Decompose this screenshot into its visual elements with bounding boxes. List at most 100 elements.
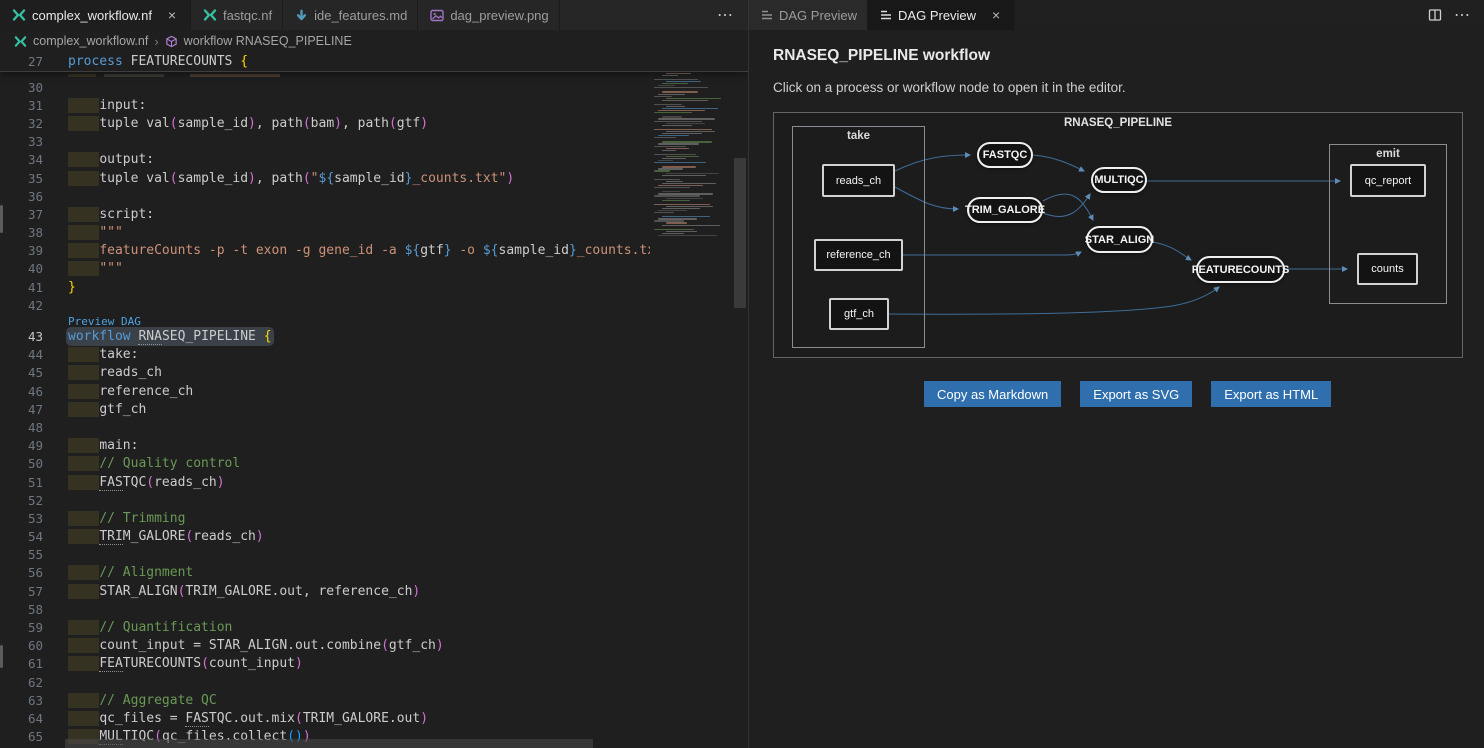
more-actions-icon[interactable]: ⋯	[1454, 5, 1471, 25]
code-line[interactable]: 42	[0, 296, 650, 314]
line-content: TRIM_GALORE(reads_ch)	[68, 529, 264, 544]
code-line[interactable]: 58	[0, 600, 650, 618]
code-line[interactable]: 64 qc_files = FASTQC.out.mix(TRIM_GALORE…	[0, 709, 650, 727]
tab-ide-features[interactable]: ide_features.md	[283, 0, 418, 30]
dag-node-reads-ch[interactable]: reads_ch	[822, 164, 895, 197]
tab-dag-preview-png[interactable]: dag_preview.png	[418, 0, 559, 30]
export-as-svg-button[interactable]: Export as SVG	[1080, 381, 1192, 407]
code-line[interactable]: 30	[0, 78, 650, 96]
line-content: output:	[68, 152, 154, 167]
dag-node-featurecounts[interactable]: FEATURECOUNTS	[1196, 256, 1285, 283]
preview-icon	[761, 9, 773, 21]
code-line[interactable]: 44 take:	[0, 346, 650, 364]
code-line[interactable]: 32 tuple val(sample_id), path(bam), path…	[0, 114, 650, 132]
breadcrumb-file[interactable]: complex_workflow.nf	[33, 34, 148, 48]
code-line[interactable]: 51 FASTQC(reads_ch)	[0, 473, 650, 491]
line-number: 55	[0, 547, 68, 562]
markdown-icon	[295, 9, 308, 22]
more-actions-icon[interactable]: ⋯	[717, 5, 734, 25]
code-line[interactable]: 49 main:	[0, 437, 650, 455]
code-line[interactable]: 46 reference_ch	[0, 382, 650, 400]
nextflow-icon	[203, 8, 217, 22]
tab-dag-preview-inactive[interactable]: DAG Preview	[749, 0, 868, 30]
split-editor-icon[interactable]	[1428, 8, 1442, 22]
clipped-line	[0, 73, 650, 78]
line-content: // Aggregate QC	[68, 693, 217, 708]
export-buttons: Copy as Markdown Export as SVG Export as…	[924, 381, 1331, 407]
line-content: featureCounts -p -t exon -g gene_id -a $…	[68, 243, 694, 258]
line-content: """	[68, 225, 123, 240]
code-line[interactable]: 39 featureCounts -p -t exon -g gene_id -…	[0, 242, 650, 260]
code-line[interactable]: 38 """	[0, 224, 650, 242]
tab-dag-preview-active[interactable]: DAG Preview ×	[868, 0, 1015, 30]
vertical-scrollbar[interactable]	[734, 158, 746, 308]
line-number: 53	[0, 511, 68, 526]
code-line[interactable]: 34 output:	[0, 151, 650, 169]
code-line[interactable]: 37 script:	[0, 205, 650, 223]
code-line[interactable]: 60 count_input = STAR_ALIGN.out.combine(…	[0, 637, 650, 655]
code-line[interactable]: 45 reads_ch	[0, 364, 650, 382]
code-line[interactable]: 36	[0, 187, 650, 205]
code-lines[interactable]: 3031 input:32 tuple val(sample_id), path…	[0, 78, 650, 748]
line-number: 48	[0, 420, 68, 435]
code-line[interactable]: 56 // Alignment	[0, 564, 650, 582]
code-line[interactable]: 33	[0, 133, 650, 151]
editor-tabstrip: complex_workflow.nf × fastqc.nf ide_feat…	[0, 0, 748, 30]
code-line[interactable]: 43workflow RNASEQ_PIPELINE {	[0, 327, 650, 345]
code-line[interactable]: 47 gtf_ch	[0, 400, 650, 418]
line-number: 37	[0, 207, 68, 222]
code-line[interactable]: 54 TRIM_GALORE(reads_ch)	[0, 528, 650, 546]
dag-node-counts[interactable]: counts	[1357, 253, 1418, 285]
dag-node-gtf-ch[interactable]: gtf_ch	[829, 298, 889, 330]
code-line[interactable]: 63 // Aggregate QC	[0, 691, 650, 709]
line-content: gtf_ch	[68, 402, 146, 417]
code-line[interactable]: 50 // Quality control	[0, 455, 650, 473]
code-line[interactable]: 59 // Quantification	[0, 618, 650, 636]
codelens-preview-dag-link[interactable]: Preview DAG	[68, 316, 141, 327]
line-number: 50	[0, 456, 68, 471]
line-number: 54	[0, 529, 68, 544]
line-number: 46	[0, 384, 68, 399]
dag-node-multiqc[interactable]: MULTIQC	[1091, 167, 1147, 193]
copy-as-markdown-button[interactable]: Copy as Markdown	[924, 381, 1061, 407]
dag-node-reference-ch[interactable]: reference_ch	[814, 239, 903, 271]
code-line[interactable]: 35 tuple val(sample_id), path("${sample_…	[0, 169, 650, 187]
line-number: 58	[0, 602, 68, 617]
close-icon[interactable]: ×	[988, 7, 1004, 23]
line-content: }	[68, 280, 76, 295]
line-number: 52	[0, 493, 68, 508]
code-line[interactable]: 41}	[0, 278, 650, 296]
code-line[interactable]: 52	[0, 491, 650, 509]
tab-fastqc[interactable]: fastqc.nf	[191, 0, 283, 30]
code-line[interactable]: 62	[0, 673, 650, 691]
tab-complex-workflow[interactable]: complex_workflow.nf ×	[0, 0, 191, 30]
node-label: qc_report	[1365, 175, 1411, 187]
line-content: FEATURECOUNTS(count_input)	[68, 656, 303, 671]
minimap[interactable]	[650, 52, 734, 748]
preview-icon	[880, 9, 892, 21]
code-line[interactable]: 48	[0, 418, 650, 436]
code-line[interactable]: 55	[0, 546, 650, 564]
dag-preview-panel: DAG Preview DAG Preview × ⋯ RNASEQ_PIPEL…	[748, 0, 1484, 748]
horizontal-scrollbar[interactable]	[65, 739, 593, 748]
line-content: qc_files = FASTQC.out.mix(TRIM_GALORE.ou…	[68, 711, 428, 726]
export-as-html-button[interactable]: Export as HTML	[1211, 381, 1331, 407]
dag-node-trim-galore[interactable]: TRIM_GALORE	[967, 197, 1043, 223]
line-content: tuple val(sample_id), path(bam), path(gt…	[68, 116, 428, 131]
sticky-line-content: process FEATURECOUNTS {	[68, 54, 248, 69]
sticky-scroll-line[interactable]: 27 process FEATURECOUNTS {	[0, 52, 748, 72]
gutter-decoration	[0, 205, 3, 233]
code-line[interactable]: 40 """	[0, 260, 650, 278]
dag-node-fastqc[interactable]: FASTQC	[977, 142, 1033, 168]
dag-node-star-align[interactable]: STAR_ALIGN	[1086, 226, 1153, 253]
line-content: // Quality control	[68, 456, 240, 471]
code-line[interactable]: 61 FEATURECOUNTS(count_input)	[0, 655, 650, 673]
dag-node-qc-report[interactable]: qc_report	[1350, 164, 1426, 197]
close-icon[interactable]: ×	[164, 7, 180, 23]
breadcrumb-symbol[interactable]: workflow RNASEQ_PIPELINE	[184, 34, 352, 48]
code-line[interactable]: 53 // Trimming	[0, 509, 650, 527]
line-number: 62	[0, 675, 68, 690]
code-line[interactable]: 57 STAR_ALIGN(TRIM_GALORE.out, reference…	[0, 582, 650, 600]
code-editor[interactable]: 27 process FEATURECOUNTS { 3031 input:32…	[0, 52, 748, 748]
code-line[interactable]: 31 input:	[0, 96, 650, 114]
